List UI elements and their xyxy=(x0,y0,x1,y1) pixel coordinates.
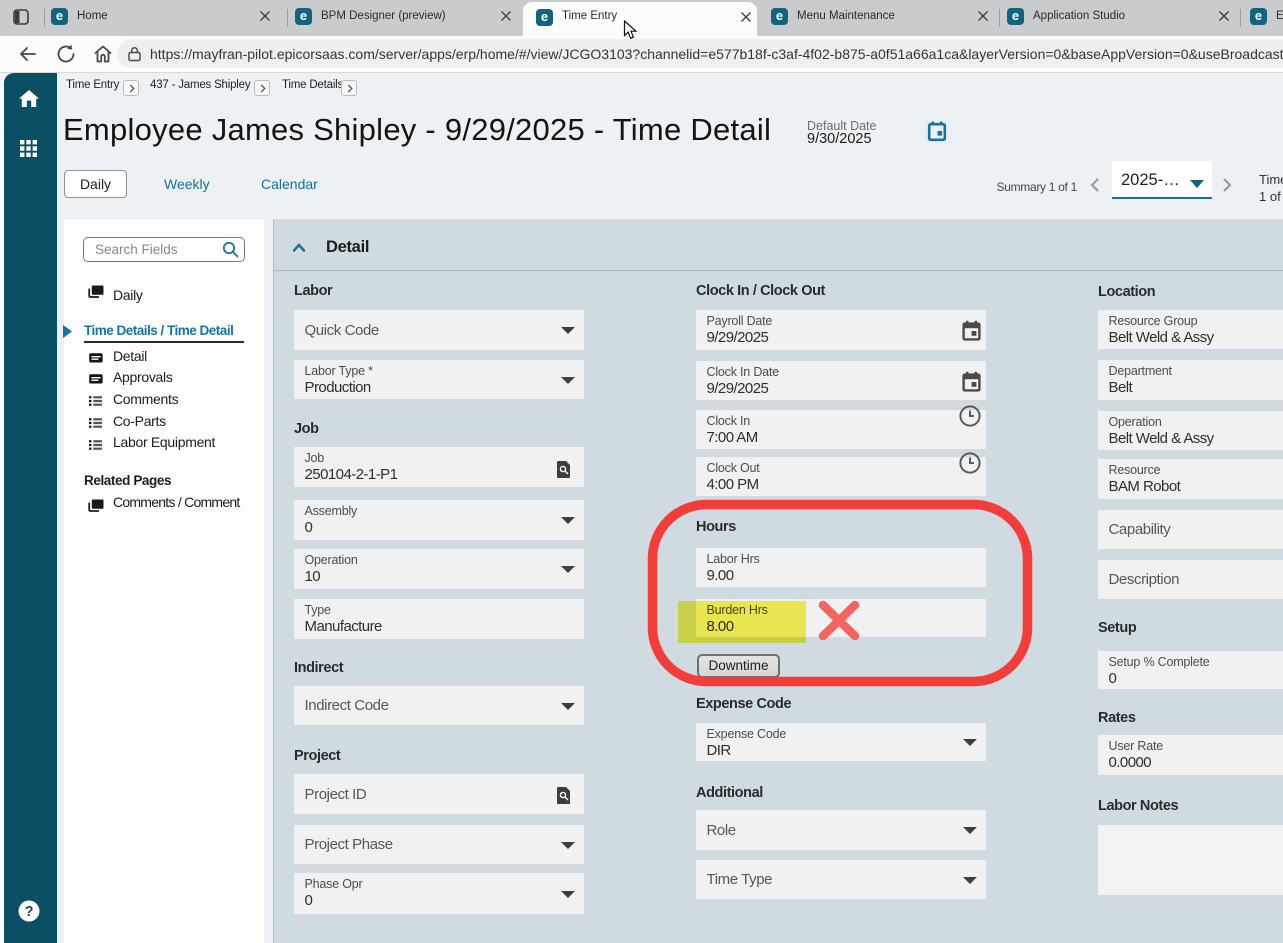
svg-text:?: ? xyxy=(25,904,34,920)
